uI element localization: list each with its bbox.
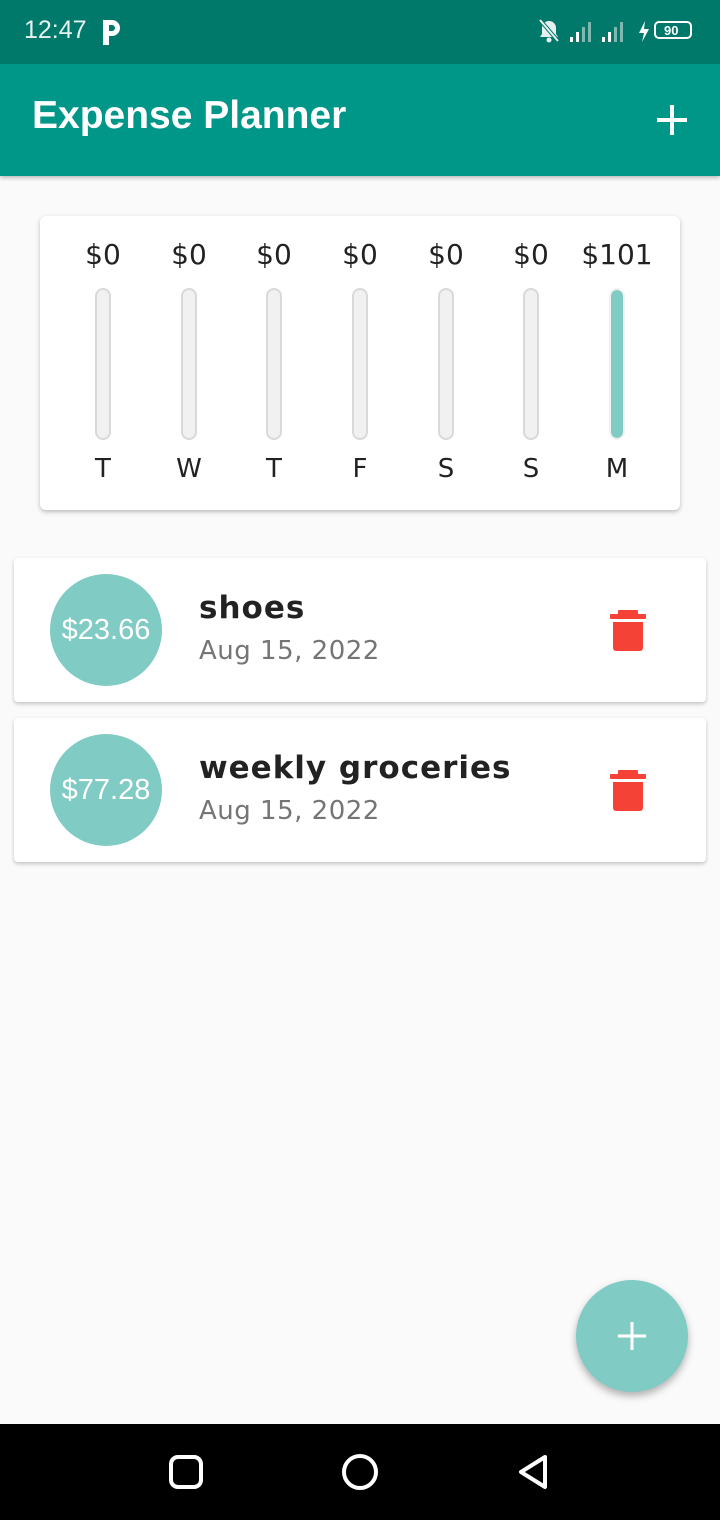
trash-icon[interactable] bbox=[608, 768, 648, 812]
bar-amount-label: $0 bbox=[342, 238, 378, 271]
home-circle-icon[interactable] bbox=[340, 1452, 380, 1492]
parking-app-icon bbox=[103, 20, 120, 45]
bar-day-label: M bbox=[605, 454, 629, 484]
chart-bar: $0 F bbox=[317, 216, 403, 510]
bar-amount-label: $0 bbox=[428, 238, 464, 271]
chart-bar: $0 S bbox=[488, 216, 574, 510]
bar-amount-label: $0 bbox=[85, 238, 121, 271]
bar-amount-label: $0 bbox=[171, 238, 207, 271]
bar-track bbox=[352, 288, 368, 440]
transaction-date: Aug 15, 2022 bbox=[199, 636, 380, 666]
status-icons: 90 bbox=[538, 18, 698, 46]
transaction-amount: $23.66 bbox=[50, 574, 162, 686]
bar-track bbox=[266, 288, 282, 440]
bell-off-icon bbox=[538, 18, 560, 43]
transaction-card[interactable]: $77.28 weekly groceries Aug 15, 2022 bbox=[14, 718, 706, 862]
page-title: Expense Planner bbox=[32, 94, 347, 137]
transaction-title: shoes bbox=[199, 590, 306, 626]
bar-day-label: S bbox=[437, 454, 455, 484]
battery-icon: 90 bbox=[654, 21, 692, 39]
bar-track bbox=[95, 288, 111, 440]
bar-day-label: W bbox=[176, 454, 202, 484]
bar-day-label: T bbox=[266, 454, 282, 484]
status-bar: 12:47 90 bbox=[0, 0, 720, 64]
bar-day-label: F bbox=[352, 454, 368, 484]
recents-square-icon[interactable] bbox=[166, 1452, 206, 1492]
app-bar: Expense Planner bbox=[0, 64, 720, 176]
chart-bar: $0 S bbox=[403, 216, 489, 510]
chart-bar: $101 M bbox=[574, 216, 660, 510]
signal-icon bbox=[602, 22, 623, 42]
bar-fill bbox=[611, 290, 623, 438]
bar-amount-label: $0 bbox=[513, 238, 549, 271]
transaction-amount: $77.28 bbox=[50, 734, 162, 846]
bar-track bbox=[523, 288, 539, 440]
back-triangle-icon[interactable] bbox=[514, 1452, 554, 1492]
bar-amount-label: $101 bbox=[581, 238, 653, 271]
charging-icon bbox=[639, 21, 649, 42]
weekly-chart: $0 T $0 W $0 T $0 F $0 S $0 S $101 M bbox=[40, 216, 680, 510]
bar-amount-label: $0 bbox=[256, 238, 292, 271]
bar-track bbox=[181, 288, 197, 440]
add-transaction-fab[interactable] bbox=[576, 1280, 688, 1392]
transaction-card[interactable]: $23.66 shoes Aug 15, 2022 bbox=[14, 558, 706, 702]
battery-level: 90 bbox=[664, 23, 679, 38]
signal-icon bbox=[570, 22, 591, 42]
plus-icon[interactable] bbox=[654, 102, 690, 138]
plus-icon bbox=[618, 1322, 646, 1350]
chart-bar: $0 T bbox=[60, 216, 146, 510]
status-time: 12:47 bbox=[24, 16, 87, 44]
chart-bar: $0 W bbox=[146, 216, 232, 510]
bar-track bbox=[609, 288, 625, 440]
transaction-date: Aug 15, 2022 bbox=[199, 796, 380, 826]
trash-icon[interactable] bbox=[608, 608, 648, 652]
navigation-bar bbox=[0, 1424, 720, 1520]
chart-bar: $0 T bbox=[231, 216, 317, 510]
bar-day-label: S bbox=[522, 454, 540, 484]
transaction-title: weekly groceries bbox=[199, 750, 512, 786]
bar-day-label: T bbox=[95, 454, 111, 484]
bar-track bbox=[438, 288, 454, 440]
